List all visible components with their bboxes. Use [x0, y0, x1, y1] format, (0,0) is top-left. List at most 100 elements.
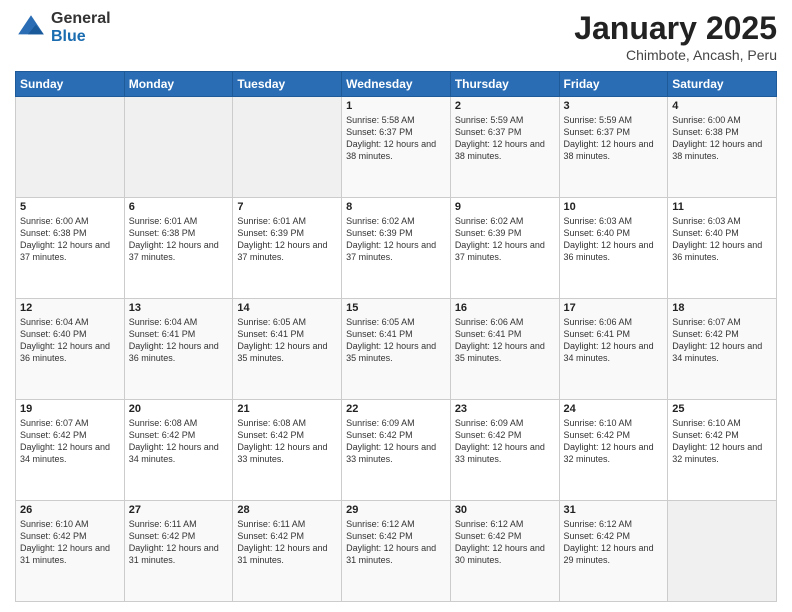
day-info: Sunrise: 6:08 AM Sunset: 6:42 PM Dayligh…	[237, 417, 337, 466]
day-info: Sunrise: 6:12 AM Sunset: 6:42 PM Dayligh…	[564, 518, 664, 567]
calendar-cell: 6 Sunrise: 6:01 AM Sunset: 6:38 PM Daylig…	[124, 198, 233, 299]
day-info: Sunrise: 6:10 AM Sunset: 6:42 PM Dayligh…	[564, 417, 664, 466]
col-wednesday: Wednesday	[342, 72, 451, 97]
day-number: 5	[20, 201, 120, 213]
calendar-cell: 18 Sunrise: 6:07 AM Sunset: 6:42 PM Dayli…	[668, 299, 777, 400]
day-number: 6	[129, 201, 229, 213]
day-number: 14	[237, 302, 337, 314]
day-number: 23	[455, 403, 555, 415]
calendar-cell: 11 Sunrise: 6:03 AM Sunset: 6:40 PM Dayli…	[668, 198, 777, 299]
day-number: 22	[346, 403, 446, 415]
day-number: 1	[346, 100, 446, 112]
day-number: 16	[455, 302, 555, 314]
day-info: Sunrise: 6:03 AM Sunset: 6:40 PM Dayligh…	[564, 215, 664, 264]
day-number: 15	[346, 302, 446, 314]
day-info: Sunrise: 6:00 AM Sunset: 6:38 PM Dayligh…	[20, 215, 120, 264]
logo-general: General	[51, 10, 111, 28]
day-info: Sunrise: 6:12 AM Sunset: 6:42 PM Dayligh…	[346, 518, 446, 567]
day-number: 18	[672, 302, 772, 314]
calendar-body: 1 Sunrise: 5:58 AM Sunset: 6:37 PM Daylig…	[16, 97, 777, 602]
day-number: 21	[237, 403, 337, 415]
calendar-week-4: 19Sunrise: 6:07 AM Sunset: 6:42 PM Dayli…	[16, 400, 777, 501]
calendar-cell: 1 Sunrise: 5:58 AM Sunset: 6:37 PM Daylig…	[342, 97, 451, 198]
day-info: Sunrise: 6:03 AM Sunset: 6:40 PM Dayligh…	[672, 215, 772, 264]
day-number: 17	[564, 302, 664, 314]
day-info: Sunrise: 6:07 AM Sunset: 6:42 PM Dayligh…	[20, 417, 120, 466]
col-monday: Monday	[124, 72, 233, 97]
col-saturday: Saturday	[668, 72, 777, 97]
day-number: 20	[129, 403, 229, 415]
calendar-cell: 10 Sunrise: 6:03 AM Sunset: 6:40 PM Dayli…	[559, 198, 668, 299]
day-info: Sunrise: 5:58 AM Sunset: 6:37 PM Dayligh…	[346, 114, 446, 163]
calendar-cell: 9 Sunrise: 6:02 AM Sunset: 6:39 PM Daylig…	[450, 198, 559, 299]
logo-blue: Blue	[51, 28, 111, 46]
day-info: Sunrise: 6:11 AM Sunset: 6:42 PM Dayligh…	[129, 518, 229, 567]
calendar-cell: 23Sunrise: 6:09 AM Sunset: 6:42 PM Dayli…	[450, 400, 559, 501]
day-info: Sunrise: 6:01 AM Sunset: 6:39 PM Dayligh…	[237, 215, 337, 264]
day-number: 31	[564, 504, 664, 516]
day-number: 11	[672, 201, 772, 213]
day-number: 25	[672, 403, 772, 415]
day-number: 24	[564, 403, 664, 415]
logo: General Blue	[15, 10, 111, 45]
day-info: Sunrise: 6:06 AM Sunset: 6:41 PM Dayligh…	[564, 316, 664, 365]
calendar-cell: 27Sunrise: 6:11 AM Sunset: 6:42 PM Dayli…	[124, 501, 233, 602]
calendar-week-5: 26 Sunrise: 6:10 AM Sunset: 6:42 PM Dayli…	[16, 501, 777, 602]
day-number: 7	[237, 201, 337, 213]
day-number: 9	[455, 201, 555, 213]
calendar-cell: 30 Sunrise: 6:12 AM Sunset: 6:42 PM Dayli…	[450, 501, 559, 602]
calendar-week-3: 12 Sunrise: 6:04 AM Sunset: 6:40 PM Dayli…	[16, 299, 777, 400]
day-info: Sunrise: 6:06 AM Sunset: 6:41 PM Dayligh…	[455, 316, 555, 365]
calendar-cell: 24 Sunrise: 6:10 AM Sunset: 6:42 PM Dayli…	[559, 400, 668, 501]
day-info: Sunrise: 6:02 AM Sunset: 6:39 PM Dayligh…	[455, 215, 555, 264]
day-info: Sunrise: 6:01 AM Sunset: 6:38 PM Dayligh…	[129, 215, 229, 264]
calendar-cell: 28 Sunrise: 6:11 AM Sunset: 6:42 PM Dayli…	[233, 501, 342, 602]
calendar-cell: 8Sunrise: 6:02 AM Sunset: 6:39 PM Daylig…	[342, 198, 451, 299]
calendar-cell: 13 Sunrise: 6:04 AM Sunset: 6:41 PM Dayli…	[124, 299, 233, 400]
title-block: January 2025 Chimbote, Ancash, Peru	[574, 10, 777, 63]
day-info: Sunrise: 6:00 AM Sunset: 6:38 PM Dayligh…	[672, 114, 772, 163]
calendar-cell: 20Sunrise: 6:08 AM Sunset: 6:42 PM Dayli…	[124, 400, 233, 501]
calendar-cell	[233, 97, 342, 198]
day-info: Sunrise: 5:59 AM Sunset: 6:37 PM Dayligh…	[455, 114, 555, 163]
calendar-cell: 26 Sunrise: 6:10 AM Sunset: 6:42 PM Dayli…	[16, 501, 125, 602]
calendar-week-1: 1 Sunrise: 5:58 AM Sunset: 6:37 PM Daylig…	[16, 97, 777, 198]
calendar-cell: 14 Sunrise: 6:05 AM Sunset: 6:41 PM Dayli…	[233, 299, 342, 400]
day-number: 28	[237, 504, 337, 516]
day-number: 13	[129, 302, 229, 314]
calendar-subtitle: Chimbote, Ancash, Peru	[574, 47, 777, 63]
calendar-cell: 22 Sunrise: 6:09 AM Sunset: 6:42 PM Dayli…	[342, 400, 451, 501]
day-number: 30	[455, 504, 555, 516]
logo-icon	[15, 12, 47, 44]
page: General Blue January 2025 Chimbote, Anca…	[0, 0, 792, 612]
day-info: Sunrise: 6:10 AM Sunset: 6:42 PM Dayligh…	[20, 518, 120, 567]
calendar-header: Sunday Monday Tuesday Wednesday Thursday…	[16, 72, 777, 97]
day-info: Sunrise: 6:04 AM Sunset: 6:40 PM Dayligh…	[20, 316, 120, 365]
col-friday: Friday	[559, 72, 668, 97]
day-info: Sunrise: 6:09 AM Sunset: 6:42 PM Dayligh…	[346, 417, 446, 466]
col-thursday: Thursday	[450, 72, 559, 97]
day-number: 10	[564, 201, 664, 213]
day-info: Sunrise: 6:11 AM Sunset: 6:42 PM Dayligh…	[237, 518, 337, 567]
day-number: 8	[346, 201, 446, 213]
day-number: 12	[20, 302, 120, 314]
calendar-cell	[16, 97, 125, 198]
day-info: Sunrise: 6:12 AM Sunset: 6:42 PM Dayligh…	[455, 518, 555, 567]
day-number: 29	[346, 504, 446, 516]
calendar-cell: 19Sunrise: 6:07 AM Sunset: 6:42 PM Dayli…	[16, 400, 125, 501]
day-number: 4	[672, 100, 772, 112]
day-info: Sunrise: 6:05 AM Sunset: 6:41 PM Dayligh…	[237, 316, 337, 365]
day-info: Sunrise: 6:10 AM Sunset: 6:42 PM Dayligh…	[672, 417, 772, 466]
day-info: Sunrise: 6:05 AM Sunset: 6:41 PM Dayligh…	[346, 316, 446, 365]
day-info: Sunrise: 6:04 AM Sunset: 6:41 PM Dayligh…	[129, 316, 229, 365]
calendar-week-2: 5 Sunrise: 6:00 AM Sunset: 6:38 PM Daylig…	[16, 198, 777, 299]
calendar-cell: 25 Sunrise: 6:10 AM Sunset: 6:42 PM Dayli…	[668, 400, 777, 501]
logo-text: General Blue	[51, 10, 111, 45]
calendar-cell: 15 Sunrise: 6:05 AM Sunset: 6:41 PM Dayli…	[342, 299, 451, 400]
calendar-cell: 21 Sunrise: 6:08 AM Sunset: 6:42 PM Dayli…	[233, 400, 342, 501]
day-number: 26	[20, 504, 120, 516]
calendar-cell: 16 Sunrise: 6:06 AM Sunset: 6:41 PM Dayli…	[450, 299, 559, 400]
header: General Blue January 2025 Chimbote, Anca…	[15, 10, 777, 63]
calendar-cell: 4 Sunrise: 6:00 AM Sunset: 6:38 PM Daylig…	[668, 97, 777, 198]
day-info: Sunrise: 6:07 AM Sunset: 6:42 PM Dayligh…	[672, 316, 772, 365]
